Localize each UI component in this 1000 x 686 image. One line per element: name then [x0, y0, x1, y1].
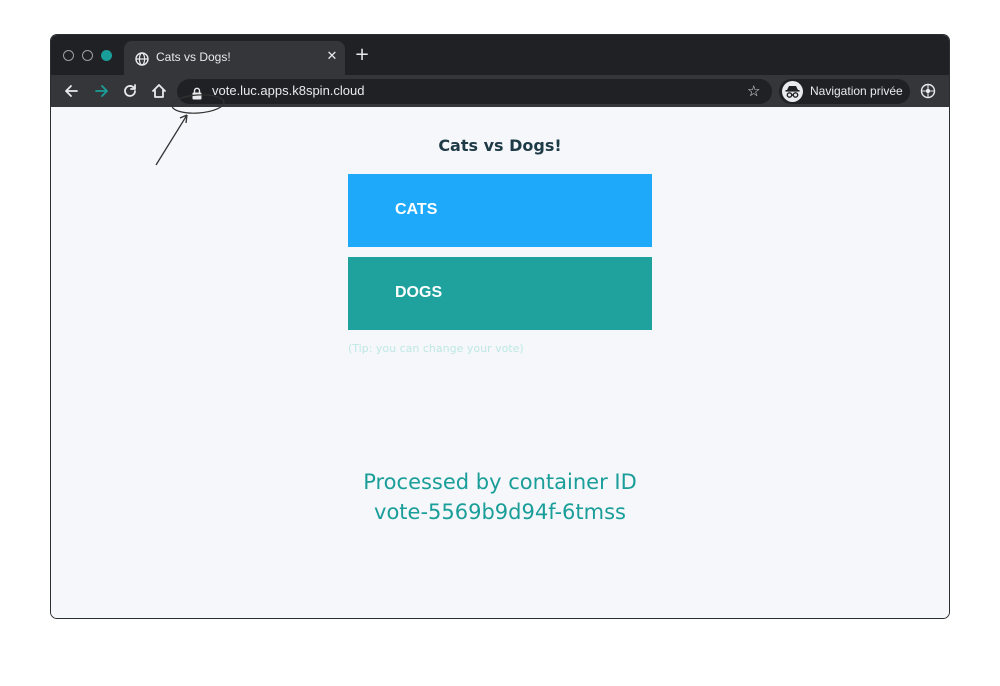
back-icon[interactable] — [62, 81, 82, 101]
page-title: Cats vs Dogs! — [438, 136, 562, 155]
globe-icon — [135, 51, 149, 66]
tab-title: Cats vs Dogs! — [156, 50, 231, 64]
container-id: vote-5569b9d94f-6tmss — [374, 500, 626, 524]
browser-toolbar: vote.luc.apps.k8spin.cloud ☆ Navigation … — [51, 75, 949, 107]
home-icon[interactable] — [149, 81, 169, 101]
container-info-label: Processed by container ID — [363, 470, 637, 494]
browser-window: Cats vs Dogs! ✕ + vote.luc.apps.k8spin.c… — [51, 35, 949, 618]
tab-active[interactable]: Cats vs Dogs! ✕ — [124, 41, 345, 75]
lock-icon[interactable] — [191, 85, 203, 100]
extension-icon[interactable] — [920, 83, 936, 99]
star-icon[interactable]: ☆ — [747, 82, 760, 100]
url-text[interactable]: vote.luc.apps.k8spin.cloud — [212, 83, 364, 98]
container-info: Processed by container ID vote-5569b9d94… — [51, 467, 949, 527]
tab-strip: Cats vs Dogs! ✕ + — [51, 35, 949, 75]
vote-cats-label: CATS — [395, 201, 438, 218]
forward-icon[interactable] — [91, 81, 111, 101]
window-minimize-icon[interactable] — [82, 50, 93, 61]
incognito-profile-button[interactable]: Navigation privée — [779, 79, 910, 104]
reload-icon[interactable] — [120, 81, 140, 101]
plus-icon[interactable]: + — [353, 46, 371, 64]
window-maximize-icon[interactable] — [101, 50, 112, 61]
page-content: Cats vs Dogs! CATS DOGS (Tip: you can ch… — [51, 107, 949, 618]
close-icon[interactable]: ✕ — [324, 49, 340, 65]
vote-cats-button[interactable]: CATS — [348, 174, 652, 247]
tip-text: (Tip: you can change your vote) — [348, 342, 524, 355]
vote-dogs-label: DOGS — [395, 284, 443, 301]
address-bar[interactable]: vote.luc.apps.k8spin.cloud ☆ — [177, 79, 772, 104]
window-close-icon[interactable] — [63, 50, 74, 61]
incognito-label: Navigation privée — [810, 84, 903, 98]
vote-dogs-button[interactable]: DOGS — [348, 257, 652, 330]
incognito-icon — [782, 81, 803, 102]
